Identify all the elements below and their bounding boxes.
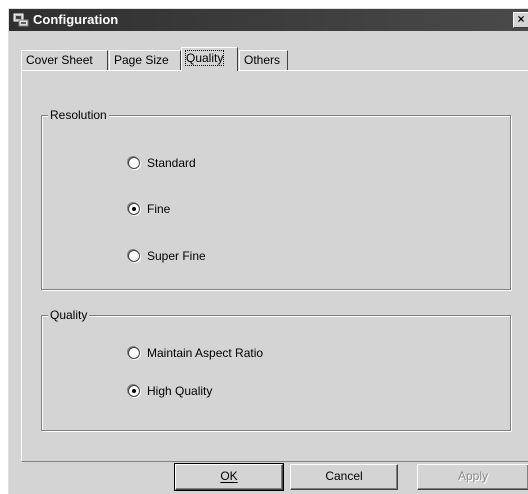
tab-label: Quality [184, 50, 225, 66]
radio-label: Super Fine [147, 249, 206, 263]
radio-button-icon [128, 203, 140, 215]
radio-button-icon [128, 250, 140, 262]
radio-high-quality[interactable]: High Quality [128, 383, 212, 399]
radio-label: Maintain Aspect Ratio [147, 346, 264, 360]
tab-quality[interactable]: Quality [181, 47, 238, 71]
radio-label: Fine [147, 202, 171, 216]
cancel-label: Cancel [325, 469, 363, 483]
resolution-legend: Resolution [48, 108, 109, 122]
configuration-dialog: Configuration × Cover Sheet Page Size Qu… [8, 8, 528, 494]
app-icon [13, 13, 29, 27]
radio-label: High Quality [147, 384, 213, 398]
radio-maintain-aspect-ratio[interactable]: Maintain Aspect Ratio [128, 345, 263, 361]
apply-button: Apply [417, 464, 528, 490]
resolution-group: Resolution Standard Fine Super Fine [41, 108, 511, 290]
radio-super-fine[interactable]: Super Fine [128, 248, 206, 264]
close-button[interactable]: × [513, 12, 528, 28]
radio-button-icon [128, 157, 140, 169]
tab-page-size[interactable]: Page Size [109, 50, 181, 70]
tab-label: Cover Sheet [26, 53, 93, 67]
radio-standard[interactable]: Standard [128, 155, 196, 171]
cancel-button[interactable]: Cancel [290, 464, 398, 490]
tab-label: Page Size [114, 53, 169, 67]
radio-button-icon [128, 347, 140, 359]
quality-tab-panel: Resolution Standard Fine Super Fine Qual… [21, 70, 528, 462]
tab-label: Others [244, 53, 281, 67]
close-icon: × [517, 12, 525, 26]
radio-fine[interactable]: Fine [128, 201, 170, 217]
radio-label: Standard [147, 156, 196, 170]
radio-button-icon [128, 385, 140, 397]
title-bar[interactable]: Configuration × [9, 9, 528, 31]
apply-label: Apply [457, 469, 489, 483]
ok-button[interactable]: OK [174, 463, 284, 491]
tab-others[interactable]: Others [239, 50, 288, 70]
quality-group: Quality Maintain Aspect Ratio High Quali… [41, 308, 511, 431]
quality-legend: Quality [48, 308, 90, 322]
ok-label: OK [220, 469, 238, 483]
tab-cover-sheet[interactable]: Cover Sheet [21, 50, 108, 70]
window-title: Configuration [33, 12, 119, 27]
